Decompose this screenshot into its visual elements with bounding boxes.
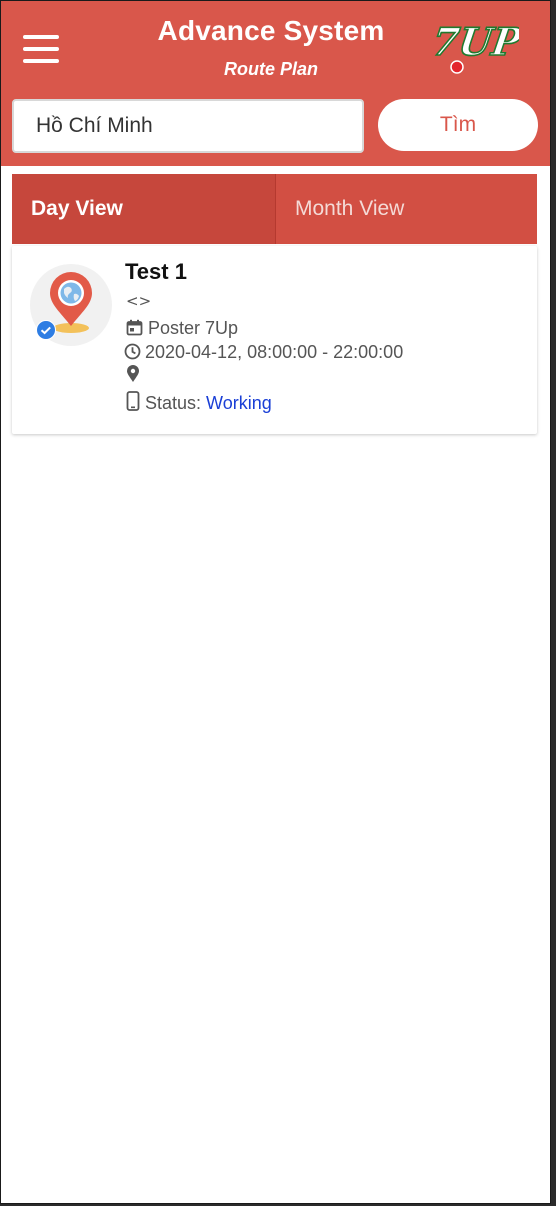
page-subtitle: Route Plan <box>223 59 318 79</box>
campaign-name: Poster 7Up <box>148 318 239 338</box>
app-frame: Advance System Route Plan 7UP Tìm Day Vi… <box>0 0 551 1204</box>
status-row: Status: Working <box>126 391 272 414</box>
app-header: Advance System Route Plan 7UP Tìm <box>1 1 550 166</box>
campaign-row: Poster 7Up <box>126 318 238 339</box>
time-row: 2020-04-12, 08:00:00 - 22:00:00 <box>124 342 403 363</box>
check-badge-icon <box>36 320 56 340</box>
menu-icon-bar <box>23 59 59 63</box>
search-button[interactable]: Tìm <box>378 99 538 151</box>
logo-text: 7UP <box>433 20 519 65</box>
view-tabs: Day View Month View <box>12 174 537 244</box>
calendar-icon <box>126 319 143 336</box>
tab-day-view[interactable]: Day View <box>12 174 274 244</box>
status-label: Status: <box>145 393 202 413</box>
location-pin-icon <box>127 365 139 382</box>
clock-icon <box>124 343 141 360</box>
search-input[interactable] <box>12 99 364 153</box>
status-value: Working <box>206 393 272 413</box>
app-title: Advance System <box>157 15 385 46</box>
7up-logo: 7UP <box>433 19 519 74</box>
tab-month-view[interactable]: Month View <box>275 174 537 244</box>
menu-button[interactable] <box>23 35 59 63</box>
time-range: 2020-04-12, 08:00:00 - 22:00:00 <box>145 342 404 362</box>
mobile-phone-icon <box>126 391 140 411</box>
menu-icon <box>23 35 59 39</box>
route-plan-card[interactable]: Test 1 <> Poster 7Up 2020-04-12, 08:00:0… <box>12 246 537 434</box>
plan-name: Test 1 <box>125 259 187 284</box>
menu-icon-bar <box>23 47 59 51</box>
location-row <box>126 365 145 386</box>
code-icon: <> <box>126 292 152 310</box>
